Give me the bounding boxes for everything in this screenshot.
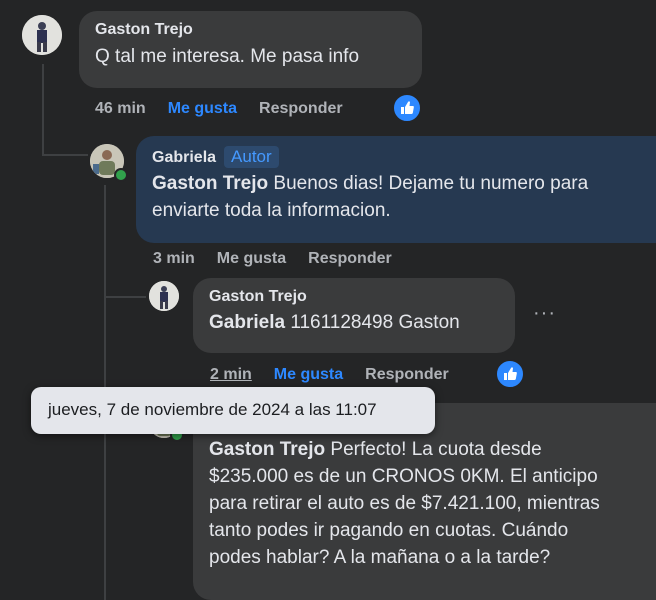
comment-text: Gabriela 1161128498 Gaston [209,309,499,336]
thumbs-up-icon [504,367,517,380]
comment-actions: 3 min Me gusta Responder [153,250,414,268]
comment-text: Gaston Trejo Perfecto! La cuota desde [209,436,640,463]
mention-link[interactable]: Gaston Trejo [209,439,325,460]
like-button[interactable]: Me gusta [217,250,286,267]
comment-text-line: para retirar el auto es de $7.421.100, m… [209,493,600,514]
mention-link[interactable]: Gabriela [209,312,285,333]
comment-text-line: 1161128498 Gaston [285,312,460,333]
avatar[interactable] [22,15,62,55]
comment-header: Gabriela Autor [152,146,640,168]
comment-text-line: enviarte toda la informacion. [152,200,391,221]
avatar[interactable] [149,281,179,311]
reply-button[interactable]: Responder [365,366,449,383]
comment-text-line: tanto podes ir pagando en cuotas. Cuándo [209,520,569,541]
reply-button[interactable]: Responder [259,100,343,117]
like-reaction-badge[interactable] [495,359,525,389]
comment-text-line: Perfecto! La cuota desde [325,439,542,460]
comment-text: Q tal me interesa. Me pasa info [95,46,360,67]
comment-text-line: podes hablar? A la mañana o a la tarde? [209,547,551,568]
comment-time[interactable]: 2 min [210,366,252,383]
comment-time[interactable]: 46 min [95,100,146,117]
user-photo-icon [22,15,62,55]
comment-bubble: Gabriela Autor Gaston Trejo Buenos dias! … [136,136,656,243]
comment-actions: 46 min Me gusta Responder [95,100,365,118]
comment-time[interactable]: 3 min [153,250,195,267]
like-button[interactable]: Me gusta [274,366,343,383]
comment-text: Gaston Trejo Buenos dias! Dejame tu nume… [152,170,640,197]
author-badge: Autor [224,146,279,168]
user-photo-icon [149,281,179,311]
comment-text-line: $235.000 es de un CRONOS 0KM. El anticip… [209,466,598,487]
online-status-icon [114,168,128,182]
comment-author[interactable]: Gaston Trejo [209,288,499,306]
comment-author[interactable]: Gaston Trejo [95,21,406,39]
comment-bubble: Gaston Trejo Gabriela 1161128498 Gaston [193,278,515,353]
thumbs-up-icon [401,101,414,114]
thread-curve [42,154,88,156]
more-options-button[interactable]: ··· [533,302,556,325]
reply-button[interactable]: Responder [308,250,392,267]
comment-author[interactable]: Gabriela [152,149,216,166]
thread-curve [104,296,146,298]
timestamp-tooltip: jueves, 7 de noviembre de 2024 a las 11:… [31,387,435,434]
like-reaction-badge[interactable] [392,93,422,123]
thread-line [42,64,44,156]
like-button[interactable]: Me gusta [168,100,237,117]
comment-bubble: Gaston Trejo Q tal me interesa. Me pasa … [79,11,422,88]
comment-text-line: Buenos dias! Dejame tu numero para [268,173,589,194]
mention-link[interactable]: Gaston Trejo [152,173,268,194]
comment-actions: 2 min Me gusta Responder [210,366,471,384]
